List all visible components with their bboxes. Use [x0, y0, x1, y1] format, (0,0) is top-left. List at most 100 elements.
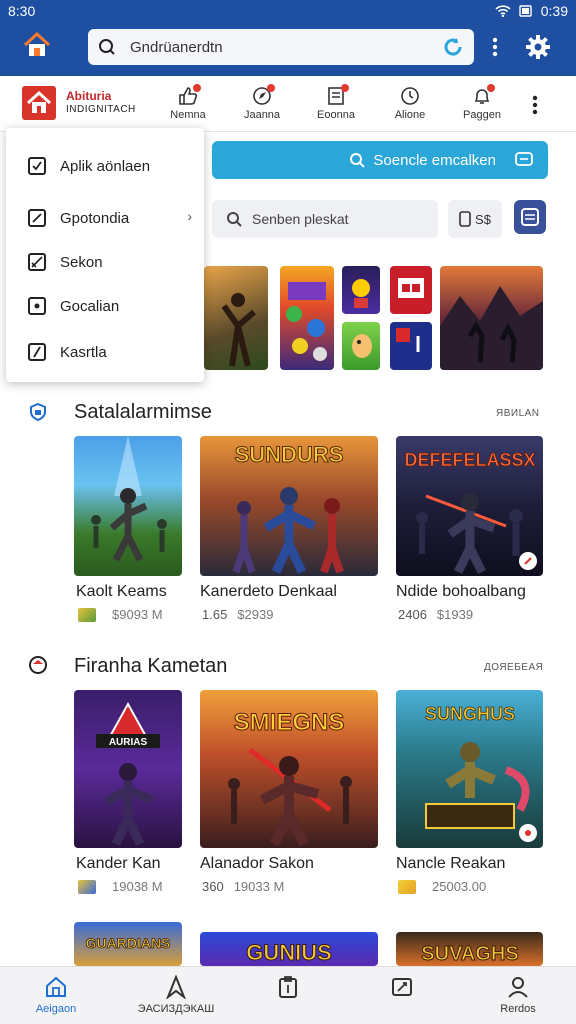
- category-label: Nemna: [170, 109, 206, 121]
- nav-item-profile[interactable]: Rerdos: [468, 975, 568, 1015]
- banner-thumbnail[interactable]: [390, 322, 432, 370]
- game-card-image[interactable]: SMIEGNS: [200, 690, 378, 848]
- banner-thumbnail[interactable]: [390, 266, 432, 314]
- gear-icon[interactable]: [524, 33, 552, 61]
- nav-item-image[interactable]: [352, 975, 452, 1003]
- game-card-meta: 2406 $1939: [398, 607, 473, 622]
- menu-item-1[interactable]: Gpotondia ›: [28, 206, 198, 230]
- phone-icon: [459, 211, 471, 227]
- game-card-image[interactable]: [74, 436, 182, 576]
- game-card-title[interactable]: Kander Kan: [76, 855, 161, 873]
- bell-icon: [471, 84, 495, 106]
- nav-item-clipboard[interactable]: [238, 975, 338, 1003]
- game-card-image[interactable]: GUNIUS: [200, 932, 378, 966]
- game-card-art-title: SUNDURS: [235, 442, 344, 467]
- game-card-art-title: GUARDIANS: [86, 935, 171, 951]
- game-card-price: 19038 M: [112, 879, 163, 894]
- wifi-icon: [495, 5, 511, 17]
- banner-thumbnail[interactable]: [440, 266, 543, 370]
- game-card-image[interactable]: GUARDIANS: [74, 922, 182, 966]
- game-card-art-title: DEFEFELASSX: [404, 450, 535, 470]
- menu-item-3[interactable]: Gocalian: [28, 294, 198, 318]
- brand[interactable]: Abituria INDIGNITACH: [22, 86, 136, 120]
- game-card-image[interactable]: AURIAS: [74, 690, 182, 848]
- secondary-search-input[interactable]: Senben pleskat: [212, 200, 438, 238]
- brand-subtitle: INDIGNITACH: [66, 104, 136, 115]
- category-item-4[interactable]: Paggen: [452, 84, 512, 121]
- menu-item-0[interactable]: Aplik aönlaen: [28, 154, 198, 178]
- chevron-right-icon: ›: [187, 208, 192, 224]
- compass-icon: [251, 84, 275, 106]
- category-item-0[interactable]: Nemna: [158, 84, 218, 121]
- game-card-meta: 25003.00: [398, 879, 486, 894]
- section-see-all-link[interactable]: ДОЯЕБЕАЯ: [484, 662, 543, 673]
- brand-name: Abituria: [66, 89, 112, 103]
- refresh-icon[interactable]: [442, 36, 464, 58]
- clipboard-icon: [279, 976, 297, 998]
- section-see-all-link[interactable]: ЯВИLAN: [496, 408, 540, 419]
- category-label: Paggen: [463, 109, 501, 121]
- category-item-2[interactable]: Eoonna: [306, 84, 366, 121]
- menu-item-4[interactable]: Kasrtla: [28, 340, 198, 364]
- game-card-meta: 360 19033 M: [202, 879, 284, 894]
- nav-label: Rerdos: [500, 1003, 536, 1015]
- document-icon: [325, 84, 349, 106]
- nav-label: ЭАСИЗДЭКАШ: [137, 1003, 215, 1015]
- status-bar: 8:30 0:39: [0, 0, 576, 22]
- menu-item-2[interactable]: Sekon: [28, 250, 198, 274]
- category-item-1[interactable]: Jaanna: [232, 84, 292, 121]
- game-card-title[interactable]: Nancle Reakan: [396, 855, 505, 873]
- device-filter-button[interactable]: S$: [448, 200, 502, 238]
- status-clock: 0:39: [540, 3, 568, 19]
- game-card-title[interactable]: Alanador Sakon: [200, 855, 314, 873]
- game-card-art-title: AURIAS: [109, 737, 148, 748]
- pencil-icon: [28, 253, 46, 271]
- brand-logo-icon: [22, 86, 56, 120]
- clock-icon: [399, 86, 421, 106]
- banner-thumbnail[interactable]: [342, 322, 380, 370]
- secondary-search-placeholder: Senben pleskat: [252, 211, 349, 227]
- nav-item-navigate[interactable]: ЭАСИЗДЭКАШ: [126, 975, 226, 1015]
- game-card-art-title: SUNGHUS: [425, 704, 515, 724]
- bottom-navigation: Aeigaon ЭАСИЗДЭКАШ Rerdos: [0, 966, 576, 1024]
- game-card-title[interactable]: Kanerdeto Denkaal: [200, 583, 337, 601]
- game-card-meta: $9093 M: [78, 607, 163, 622]
- game-card-image[interactable]: SUVAGHS: [396, 932, 543, 966]
- game-card-image[interactable]: SUNDURS: [200, 436, 378, 576]
- edit-icon: [28, 209, 46, 227]
- game-card-count: 2406: [398, 607, 427, 622]
- search-bar[interactable]: Gndrüanerdtn: [88, 29, 474, 65]
- navigate-icon: [166, 975, 186, 999]
- home-icon: [46, 976, 66, 997]
- home-logo-icon[interactable]: [22, 30, 52, 60]
- category-item-3[interactable]: Alione: [380, 86, 440, 121]
- game-card-image[interactable]: DEFEFELASSX: [396, 436, 543, 576]
- user-icon: [508, 977, 528, 998]
- favorite-icon[interactable]: [519, 552, 537, 570]
- grid-view-button[interactable]: [514, 200, 546, 234]
- game-card-image[interactable]: SUNGHUS: [396, 690, 543, 848]
- search-input[interactable]: Gndrüanerdtn: [130, 39, 442, 56]
- favorite-icon[interactable]: [519, 824, 537, 842]
- game-card-price: 19033 M: [233, 879, 285, 894]
- banner-thumbnail[interactable]: [280, 266, 334, 370]
- game-card-title[interactable]: Kaolt Keams: [76, 583, 167, 601]
- dropdown-menu: Aplik aönlaen Gpotondia › Sekon Gocalian…: [6, 128, 204, 382]
- more-vertical-icon[interactable]: [490, 36, 500, 58]
- game-card-title[interactable]: Ndide bohoalbang: [396, 583, 526, 601]
- nav-item-home[interactable]: Aeigaon: [6, 975, 106, 1015]
- nav-label: Aeigaon: [35, 1003, 77, 1015]
- banner-thumbnail[interactable]: [342, 266, 380, 314]
- menu-item-label: Sekon: [60, 253, 103, 271]
- game-card-meta: 1.65 $2939: [202, 607, 273, 622]
- game-card-art-title: GUNIUS: [246, 940, 332, 965]
- app-bar: 8:30 0:39 Gndrüanerdtn: [0, 0, 576, 76]
- status-time: 8:30: [8, 3, 36, 19]
- battery-icon: [519, 5, 532, 17]
- game-card-price: $1939: [436, 607, 474, 622]
- more-vertical-icon[interactable]: [530, 94, 540, 116]
- grid-icon: [521, 208, 539, 226]
- category-bar: Abituria INDIGNITACH Nemna Jaanna Eoonna…: [0, 76, 576, 132]
- banner-thumbnail[interactable]: [204, 266, 268, 370]
- search-cta-button[interactable]: Soencle emcalken: [212, 141, 548, 179]
